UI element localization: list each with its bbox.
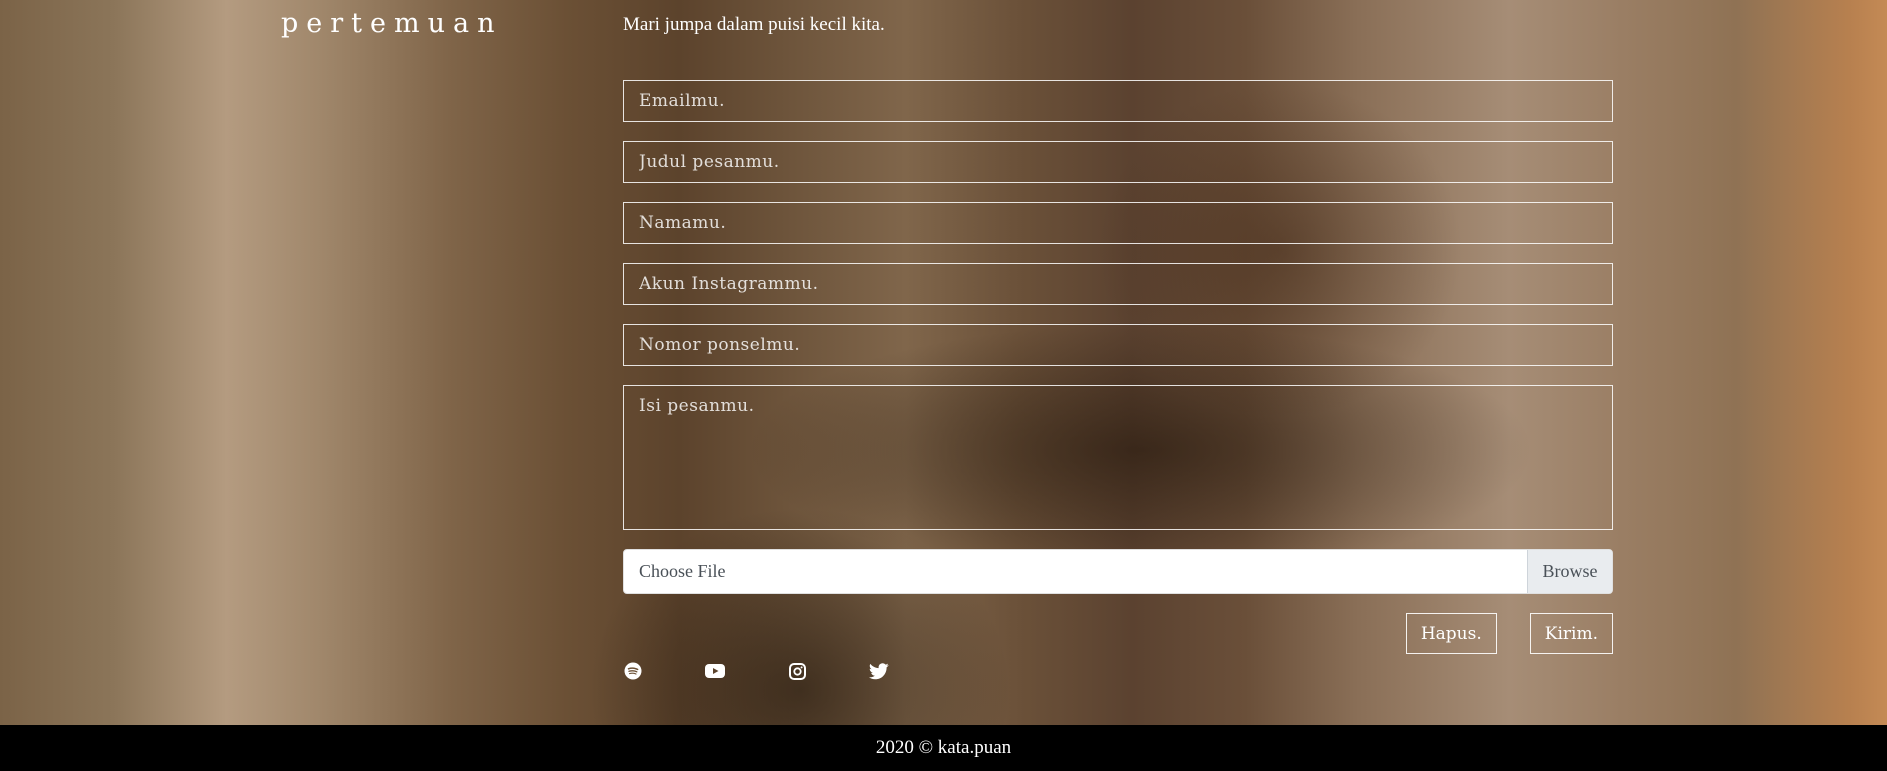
social-links (623, 662, 889, 680)
contact-form: Choose File Browse (623, 80, 1613, 594)
file-upload-label[interactable]: Choose File (624, 550, 1527, 593)
instagram-icon[interactable] (787, 662, 807, 680)
phone-field[interactable] (623, 324, 1613, 366)
email-field[interactable] (623, 80, 1613, 122)
youtube-icon[interactable] (705, 662, 725, 680)
reset-button[interactable]: Hapus. (1405, 613, 1497, 654)
site-logo-text[interactable]: pertemuan (281, 8, 502, 39)
file-upload-input[interactable]: Choose File Browse (623, 549, 1613, 594)
page: pertemuan Mari jumpa dalam puisi kecil k… (0, 0, 1887, 771)
footer: 2020 © kata.puan (0, 725, 1887, 771)
instagram-field[interactable] (623, 263, 1613, 305)
twitter-icon[interactable] (869, 662, 889, 680)
message-field[interactable] (623, 385, 1613, 530)
browse-button[interactable]: Browse (1527, 550, 1612, 593)
subject-field[interactable] (623, 141, 1613, 183)
spotify-icon[interactable] (623, 662, 643, 680)
name-field[interactable] (623, 202, 1613, 244)
form-actions: Hapus. Kirim. (1405, 613, 1613, 654)
submit-button[interactable]: Kirim. (1529, 613, 1613, 654)
footer-copyright: 2020 © kata.puan (875, 737, 1012, 758)
page-tagline: Mari jumpa dalam puisi kecil kita. (623, 14, 885, 35)
